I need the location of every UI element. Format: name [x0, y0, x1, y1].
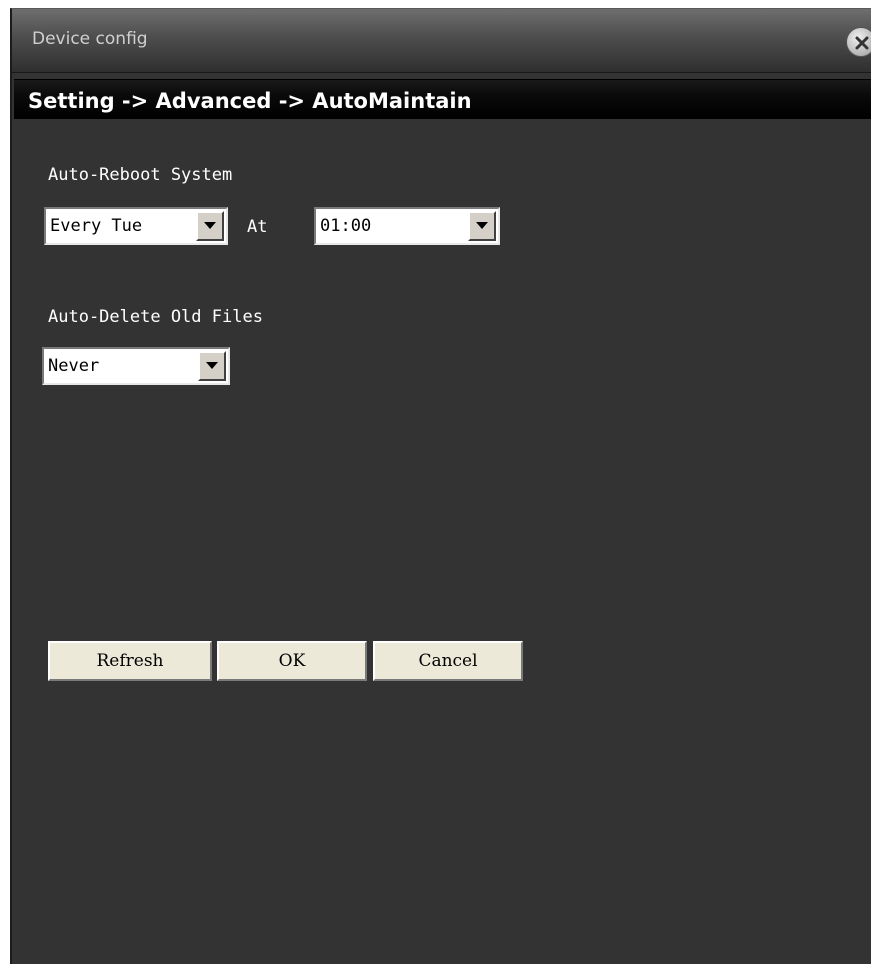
chevron-down-icon [206, 362, 218, 369]
reboot-day-dropdown-button[interactable] [196, 211, 224, 241]
chevron-down-icon [204, 222, 216, 229]
title-bar[interactable]: Device config [12, 9, 871, 73]
auto-delete-value: Never [48, 356, 100, 376]
reboot-time-value: 01:00 [320, 216, 372, 236]
reboot-day-value: Every Tue [50, 216, 143, 236]
device-config-window: Device config Setting -> Advanced -> Aut… [10, 8, 871, 964]
auto-reboot-label: Auto-Reboot System [48, 165, 233, 185]
breadcrumb-bar: Setting -> Advanced -> AutoMaintain [14, 79, 871, 119]
close-icon [855, 36, 869, 50]
auto-delete-label: Auto-Delete Old Files [48, 307, 263, 327]
auto-delete-dropdown-button[interactable] [198, 351, 226, 381]
window-title: Device config [32, 29, 148, 49]
reboot-day-select[interactable]: Every Tue [44, 207, 228, 245]
reboot-time-select[interactable]: 01:00 [314, 207, 500, 245]
auto-delete-select[interactable]: Never [42, 347, 230, 385]
breadcrumb: Setting -> Advanced -> AutoMaintain [28, 89, 472, 113]
chevron-down-icon [476, 222, 488, 229]
at-label: At [247, 217, 268, 237]
close-button[interactable] [846, 27, 871, 57]
refresh-button[interactable]: Refresh [48, 641, 212, 681]
ok-button[interactable]: OK [217, 641, 367, 681]
cancel-button[interactable]: Cancel [373, 641, 523, 681]
reboot-time-dropdown-button[interactable] [468, 211, 496, 241]
